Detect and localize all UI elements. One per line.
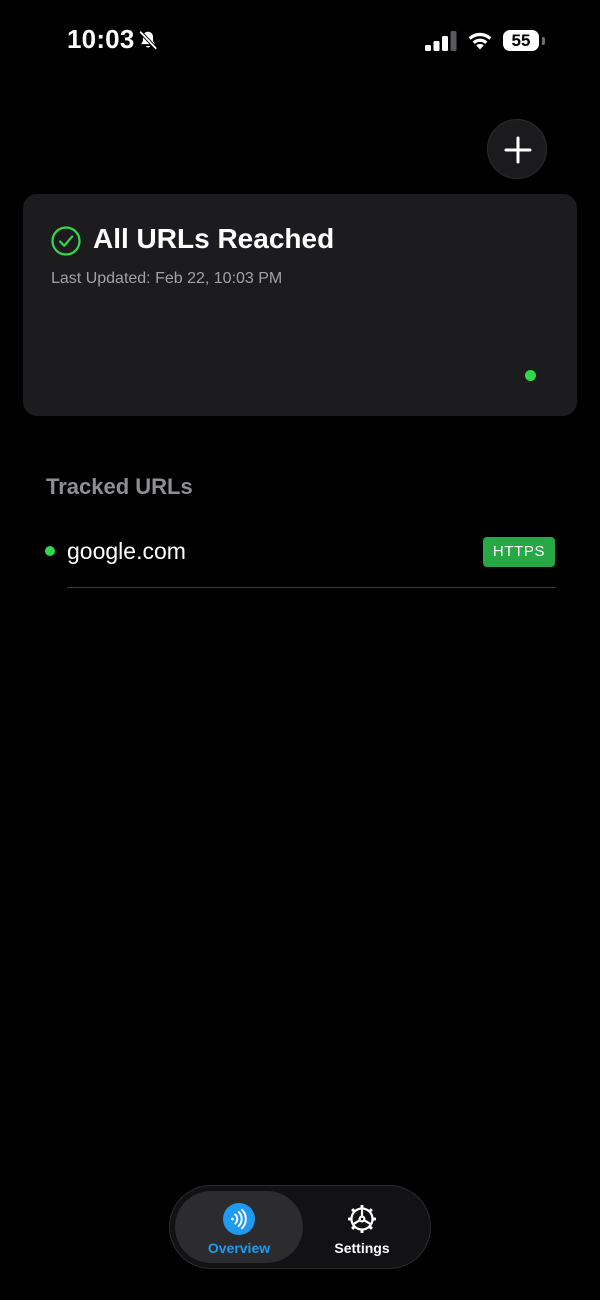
url-name: google.com bbox=[67, 538, 186, 564]
add-url-button[interactable] bbox=[487, 119, 547, 179]
plus-icon bbox=[504, 136, 532, 164]
status-title: All URLs Reached bbox=[93, 223, 335, 254]
battery-cap bbox=[542, 37, 545, 45]
battery-icon: 55 bbox=[503, 30, 539, 51]
gear-icon bbox=[346, 1203, 378, 1235]
checkmark-circle-icon bbox=[51, 226, 81, 256]
wifi-icon bbox=[468, 32, 492, 50]
battery-level: 55 bbox=[511, 31, 531, 50]
list-item[interactable]: google.com HTTPS bbox=[44, 530, 556, 588]
bell-slash-icon bbox=[138, 30, 158, 50]
protocol-badge: HTTPS bbox=[483, 537, 555, 567]
tab-overview-label: Overview bbox=[207, 1240, 271, 1256]
status-card: All URLs Reached Last Updated: Feb 22, 1… bbox=[23, 194, 577, 416]
cellular-signal-icon bbox=[425, 31, 457, 51]
status-bar: 10:03 55 bbox=[0, 0, 600, 82]
tab-settings[interactable]: Settings bbox=[298, 1191, 426, 1263]
status-indicator-dot bbox=[525, 370, 536, 381]
tab-settings-label: Settings bbox=[334, 1240, 390, 1256]
url-status-dot bbox=[45, 546, 55, 556]
tab-overview[interactable]: Overview bbox=[175, 1191, 303, 1263]
row-divider bbox=[67, 587, 556, 588]
signal-waves-icon bbox=[223, 1203, 255, 1235]
last-updated-text: Last Updated: Feb 22, 10:03 PM bbox=[51, 270, 283, 287]
tab-bar: Overview Settings bbox=[169, 1185, 431, 1269]
status-time: 10:03 bbox=[67, 24, 135, 54]
tracked-urls-heading: Tracked URLs bbox=[46, 474, 193, 499]
